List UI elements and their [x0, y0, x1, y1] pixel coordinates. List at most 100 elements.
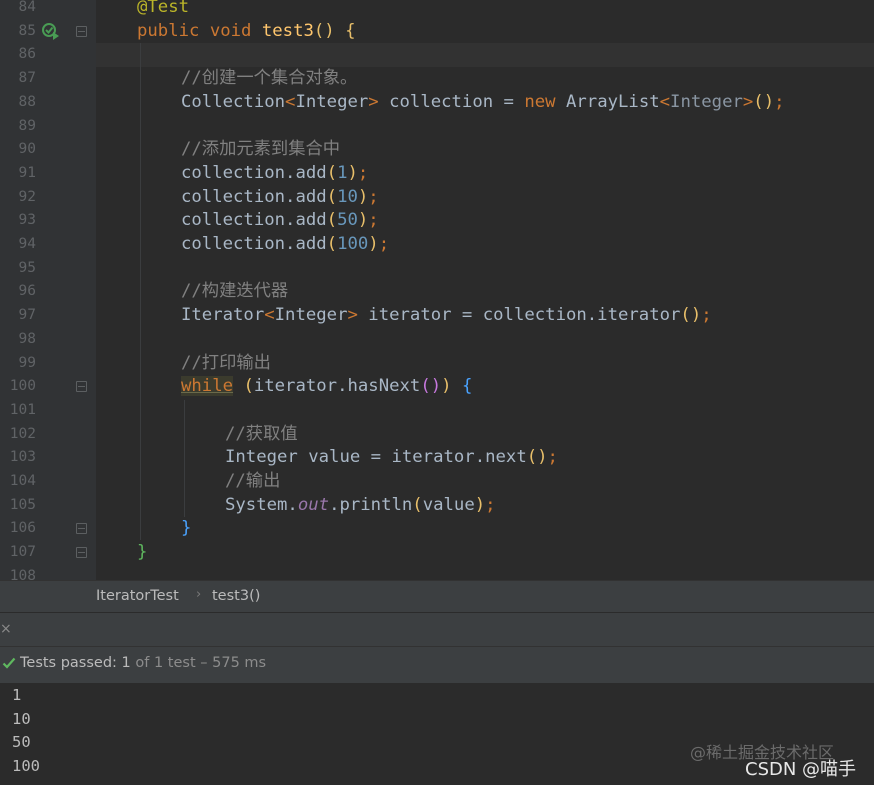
- code-line[interactable]: collection.add(1);: [96, 162, 874, 186]
- line-number: 85: [18, 22, 36, 39]
- number-token: 100: [337, 234, 369, 254]
- line-number: 84: [18, 0, 36, 15]
- type-token: Iterator: [181, 305, 265, 326]
- line-number: 89: [18, 117, 36, 134]
- paren-token: ): [357, 186, 369, 207]
- comment-token: //输出: [225, 471, 281, 491]
- code-line[interactable]: collection.add(100);: [96, 233, 874, 257]
- identifier-token: value: [422, 494, 475, 515]
- paren-token: (: [326, 162, 338, 183]
- watermark: CSDN @喵手: [745, 759, 857, 780]
- identifier-token: collection.add: [181, 162, 327, 183]
- line-number: 100: [9, 378, 36, 395]
- generic-bracket-token: <: [659, 91, 671, 112]
- line-number: 107: [9, 544, 36, 561]
- paren-token: (: [243, 376, 254, 397]
- console-output[interactable]: 1 10 50 100: [0, 683, 874, 785]
- code-line[interactable]: //打印输出: [96, 352, 874, 376]
- fold-marker-icon[interactable]: [76, 523, 87, 534]
- breadcrumb-item-class[interactable]: IteratorTest: [96, 588, 179, 604]
- status-label: Tests passed:: [20, 655, 122, 671]
- code-line[interactable]: //添加元素到集合中: [96, 138, 874, 162]
- comment-token: //获取值: [225, 423, 298, 444]
- paren-token: (): [680, 305, 702, 326]
- current-line-highlight: [96, 43, 874, 68]
- code-line[interactable]: Collection<Integer> collection = new Arr…: [96, 91, 874, 115]
- identifier-token: System.: [225, 494, 298, 515]
- line-number: 97: [18, 307, 36, 324]
- console-line: 1: [12, 686, 22, 704]
- generic-bracket-token: >: [368, 91, 379, 112]
- editor-gutter: 84 85 86 87 88 89 90 91 92 93 94 95 96 9…: [0, 0, 96, 580]
- line-number: 86: [18, 46, 36, 63]
- semicolon-token: ;: [368, 186, 379, 207]
- console-line: 100: [12, 756, 40, 775]
- code-line[interactable]: collection.add(10);: [96, 186, 874, 210]
- fold-marker-icon[interactable]: [76, 26, 87, 37]
- code-line[interactable]: Iterator<Integer> iterator = collection.…: [96, 304, 874, 328]
- comment-token: //添加元素到集合中: [181, 139, 341, 160]
- console-line: 10: [12, 709, 31, 728]
- brace-token: }: [181, 518, 192, 539]
- code-line[interactable]: while (iterator.hasNext()) {: [96, 375, 874, 399]
- type-token: Integer: [274, 305, 348, 326]
- semicolon-token: ;: [774, 91, 785, 112]
- test-status-text: Tests passed: 1 of 1 test – 575 ms: [20, 655, 266, 671]
- line-number: 94: [18, 236, 36, 252]
- identifier-token: collection.add: [181, 186, 327, 207]
- code-line[interactable]: //创建一个集合对象。: [96, 67, 874, 91]
- line-number: 88: [18, 93, 36, 110]
- semicolon-token: ;: [378, 234, 390, 254]
- breadcrumb: IteratorTest › test3(): [0, 580, 874, 613]
- fold-marker-icon[interactable]: [76, 381, 87, 392]
- generic-bracket-token: >: [742, 91, 754, 112]
- code-line[interactable]: @Test: [96, 0, 874, 20]
- breadcrumb-item-method[interactable]: test3(): [212, 588, 260, 604]
- number-token: 1: [337, 162, 348, 183]
- type-token: Integer: [295, 91, 369, 112]
- close-icon[interactable]: ×: [0, 621, 12, 637]
- console-line: 50: [12, 733, 31, 751]
- paren-token: ): [368, 234, 379, 254]
- code-line[interactable]: //获取值: [96, 423, 874, 447]
- code-line[interactable]: //输出: [96, 470, 874, 494]
- line-number: 90: [18, 141, 36, 158]
- paren-token: (: [412, 494, 423, 515]
- paren-token: (: [326, 210, 338, 231]
- keyword-token: void: [209, 20, 252, 41]
- paren-token: ): [357, 210, 369, 231]
- semicolon-token: ;: [485, 494, 496, 515]
- code-line[interactable]: public void test3() {: [96, 20, 874, 44]
- test-status-bar: Tests passed: 1 of 1 test – 575 ms: [0, 646, 874, 684]
- generic-bracket-token: >: [347, 305, 358, 326]
- paren-token: (): [526, 447, 548, 468]
- comment-token: //打印输出: [181, 352, 271, 373]
- identifier-token: .println: [329, 494, 413, 515]
- generic-bracket-token: <: [264, 305, 275, 326]
- brace-token: }: [137, 542, 148, 563]
- number-token: 50: [337, 210, 358, 231]
- check-icon: [2, 657, 16, 669]
- semicolon-token: ;: [368, 210, 379, 231]
- line-number: 98: [18, 330, 36, 347]
- paren-token: ): [474, 494, 486, 515]
- run-panel-toolbar: ×: [0, 612, 874, 647]
- paren-token: ): [347, 162, 358, 183]
- line-number: 102: [9, 425, 36, 442]
- code-line[interactable]: Integer value = iterator.next();: [96, 446, 874, 470]
- line-number: 108: [9, 567, 36, 580]
- code-line[interactable]: //构建迭代器: [96, 280, 874, 304]
- code-line[interactable]: System.out.println(value);: [96, 494, 874, 518]
- line-number: 105: [9, 496, 36, 513]
- code-editor[interactable]: 84 85 86 87 88 89 90 91 92 93 94 95 96 9…: [0, 0, 874, 580]
- fold-marker-icon[interactable]: [76, 547, 87, 558]
- code-line[interactable]: }: [96, 541, 874, 565]
- code-line[interactable]: collection.add(50);: [96, 209, 874, 233]
- line-number: 101: [9, 401, 36, 418]
- paren-token: (): [313, 20, 335, 41]
- brace-token: {: [461, 376, 473, 397]
- run-test-icon[interactable]: [42, 22, 60, 40]
- line-number: 96: [18, 283, 36, 300]
- number-token: 10: [337, 186, 358, 207]
- code-line[interactable]: }: [96, 517, 874, 541]
